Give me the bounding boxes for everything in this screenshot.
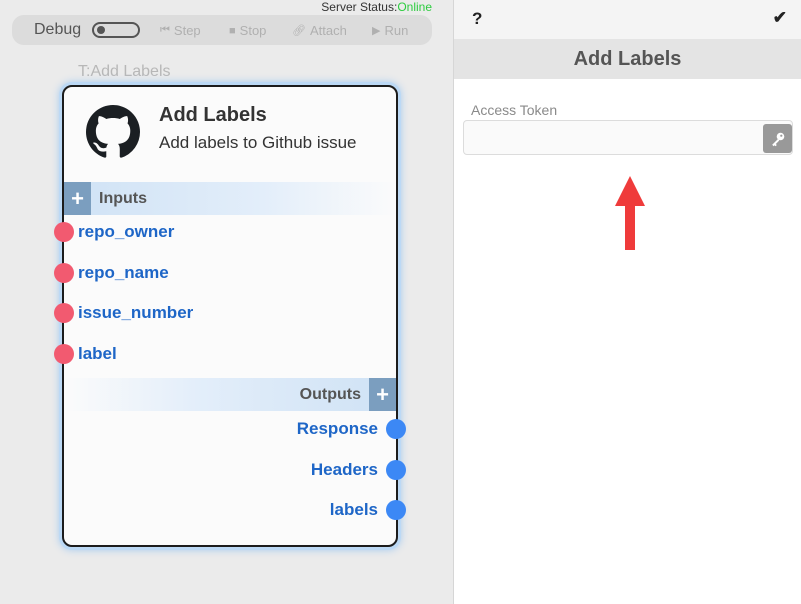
flow-canvas[interactable]: Server Status:Online Debug ⏮ Step ■ Stop 🔗… (0, 0, 453, 604)
play-icon: ▶ (372, 25, 381, 37)
stop-label: Stop (239, 23, 267, 38)
key-button[interactable] (763, 124, 792, 153)
step-icon: ⏮ (160, 24, 170, 36)
input-port-dot[interactable] (54, 344, 74, 364)
inputs-label: Inputs (99, 189, 147, 207)
plus-icon: + (71, 185, 84, 211)
confirm-button[interactable]: ✔ (773, 8, 787, 28)
plus-icon: + (376, 381, 389, 407)
node-name: Add Labels (159, 104, 267, 126)
server-status-value: Online (397, 0, 432, 14)
output-port-row[interactable]: Response (297, 416, 406, 442)
output-port-dot[interactable] (386, 500, 406, 520)
input-port-row[interactable]: label (54, 341, 117, 367)
output-port-label: Response (296, 419, 378, 438)
access-token-input[interactable] (463, 120, 793, 155)
node-caption: T:Add Labels (78, 63, 171, 80)
attach-label: Attach (309, 23, 347, 38)
node-card[interactable]: Add Labels Add labels to Github issue + … (54, 85, 406, 547)
output-port-label: Headers (310, 460, 378, 479)
input-port-label: repo_owner (78, 222, 175, 241)
panel-header: Add Labels (454, 39, 801, 79)
input-port-dot[interactable] (54, 222, 74, 242)
input-port-row[interactable]: issue_number (54, 300, 193, 326)
input-port-label: issue_number (78, 303, 194, 322)
add-output-button[interactable]: + (369, 378, 396, 411)
output-port-label: labels (329, 500, 378, 519)
panel-toolbar: ? ✔ (454, 0, 801, 39)
input-port-row[interactable]: repo_owner (54, 219, 174, 245)
step-label: Step (173, 23, 201, 38)
access-token-label: Access Token (471, 102, 558, 118)
inputs-section: + Inputs (64, 182, 396, 215)
server-status: Server Status:Online (321, 0, 432, 14)
input-port-dot[interactable] (54, 303, 74, 323)
panel-title: Add Labels (573, 47, 682, 70)
github-icon (86, 105, 140, 158)
properties-panel: ? ✔ Add Labels Access Token (453, 0, 801, 604)
output-port-row[interactable]: Headers (311, 457, 406, 483)
output-port-dot[interactable] (386, 419, 406, 439)
output-port-dot[interactable] (386, 460, 406, 480)
outputs-label: Outputs (299, 385, 361, 403)
debug-label: Debug (34, 21, 82, 38)
key-icon (771, 132, 784, 146)
input-port-dot[interactable] (54, 263, 74, 283)
add-input-button[interactable]: + (64, 182, 91, 215)
debug-toggle[interactable] (92, 22, 140, 38)
input-port-label: repo_name (78, 263, 169, 282)
step-button[interactable]: ⏮ Step (160, 23, 201, 38)
stop-icon: ■ (229, 24, 236, 37)
link-icon: 🔗︎ (292, 25, 306, 37)
input-port-label: label (78, 344, 117, 363)
red-arrow-annotation (615, 176, 645, 250)
toggle-knob (97, 26, 105, 34)
stop-button[interactable]: ■ Stop (229, 23, 266, 38)
attach-button[interactable]: 🔗︎ Attach (292, 23, 347, 38)
output-port-row[interactable]: labels (330, 497, 406, 523)
input-port-row[interactable]: repo_name (54, 260, 169, 286)
node-description: Add labels to Github issue (159, 133, 357, 152)
debug-toolbar: Debug ⏮ Step ■ Stop 🔗︎ Attach ▶ Run (12, 15, 432, 45)
run-button[interactable]: ▶ Run (372, 23, 408, 38)
run-label: Run (384, 23, 409, 38)
help-button[interactable]: ? (472, 9, 482, 29)
server-status-label: Server Status: (321, 0, 398, 14)
outputs-section: Outputs + (64, 378, 396, 411)
